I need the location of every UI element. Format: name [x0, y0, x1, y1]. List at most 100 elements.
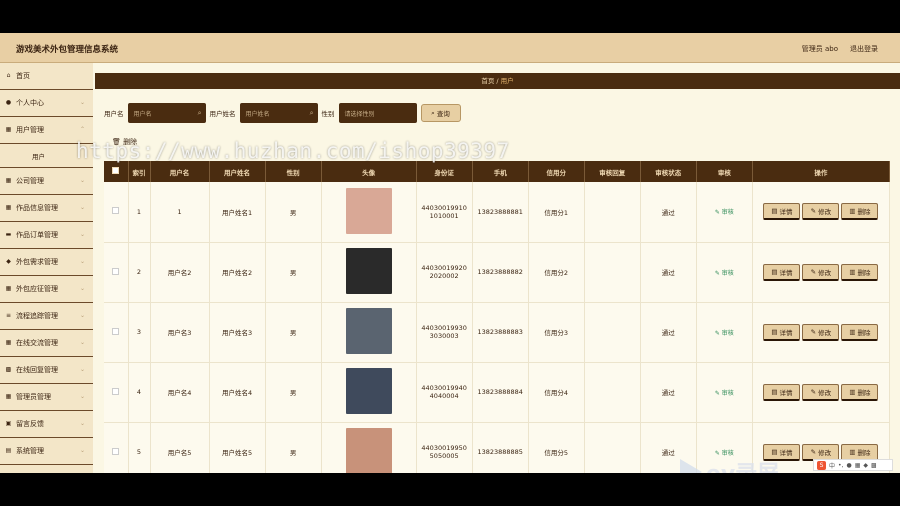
cell-username: 用户名5 [150, 422, 210, 473]
trash-icon: ▥ [849, 387, 856, 396]
app-screen: 游戏美术外包管理信息系统 管理员 abo 退出登录 ⌂ 首页 ● 个人中心 ⌄ ▦ 用户管理… [0, 33, 900, 473]
tag-icon: ◆ [6, 258, 11, 265]
edit-button[interactable]: ✎ 修改 [802, 203, 840, 221]
row-checkbox[interactable] [112, 207, 120, 215]
chevron-icon: ⌄ [79, 366, 85, 373]
column-header: 审核回复 [584, 161, 641, 182]
chevron-icon: ⌄ [79, 231, 85, 238]
cell-index: 3 [128, 302, 151, 363]
detail-button[interactable]: ▤ 详情 [763, 323, 801, 341]
delete-button[interactable]: ▥ 删除 [841, 443, 879, 461]
edit-button[interactable]: ✎ 修改 [802, 263, 840, 281]
sidebar-item-10[interactable]: ▩ 在线回复管理 ⌄ [0, 357, 93, 384]
audit-link[interactable]: ✎ 审核 [715, 390, 734, 397]
table-row: 2 用户名2 用户姓名2 男 44030019920 2020002 138238… [104, 242, 891, 303]
name-input[interactable]: 用户姓名 ⌕ [239, 103, 318, 123]
cell-index: 1 [128, 182, 151, 243]
sidebar-item-4[interactable]: ▦ 作品信息管理 ⌄ [0, 195, 93, 222]
sidebar-item-8[interactable]: ≡ 流程追踪管理 ⌄ [0, 303, 93, 330]
breadcrumb: 首页 / 用户 [95, 73, 900, 89]
row-checkbox[interactable] [112, 267, 120, 275]
message-icon: ▣ [5, 420, 12, 427]
sidebar-item-label: 作品信息管理 [16, 204, 58, 212]
edit-icon: ✎ [810, 447, 817, 456]
avatar [345, 187, 392, 234]
breadcrumb-home[interactable]: 首页 [481, 77, 494, 85]
user-icon: ● [5, 99, 12, 106]
detail-icon: ▤ [771, 387, 778, 396]
cell-credit: 信用分2 [528, 242, 585, 303]
cell-reply [584, 182, 641, 243]
sidebar-item-label: 首页 [16, 72, 30, 80]
sidebar-item-label: 留言反馈 [16, 420, 44, 428]
sidebar-item-7[interactable]: ▦ 外包应征管理 ⌄ [0, 276, 93, 303]
sidebar-item-label: 作品订单管理 [16, 231, 58, 239]
cell-gender: 男 [265, 422, 322, 473]
chevron-icon: ⌄ [79, 420, 85, 427]
delete-button[interactable]: ▥ 删除 [841, 323, 879, 341]
username-input[interactable]: 用户名 ⌕ [127, 103, 206, 123]
edit-button[interactable]: ✎ 修改 [802, 323, 840, 341]
column-header: 用户名 [150, 161, 210, 182]
row-checkbox[interactable] [112, 327, 120, 335]
row-checkbox[interactable] [112, 447, 120, 455]
edit-button[interactable]: ✎ 修改 [802, 443, 840, 461]
audit-link[interactable]: ✎ 审核 [715, 209, 734, 216]
search-button[interactable]: ⌕ 查询 [420, 104, 461, 122]
delete-button[interactable]: ▥ 删除 [841, 383, 879, 401]
cell-name: 用户姓名2 [209, 242, 266, 303]
logout-link[interactable]: 退出登录 [850, 44, 878, 54]
sidebar-item-12[interactable]: ▣ 留言反馈 ⌄ [0, 411, 93, 438]
trash-icon: ▥ [849, 267, 856, 276]
delete-button[interactable]: ▥ 删除 [841, 203, 879, 221]
watermark-text: https://www.huzhan.com/ishop39397 [76, 139, 510, 163]
gender-select[interactable]: 请选择性别 [338, 103, 417, 123]
grid-icon: ▩ [871, 461, 877, 469]
row-checkbox[interactable] [112, 387, 120, 395]
detail-button[interactable]: ▤ 详情 [763, 263, 801, 281]
select-all-checkbox[interactable] [112, 167, 120, 174]
cell-reply [584, 422, 641, 473]
sidebar-item-label: 在线回复管理 [16, 366, 58, 374]
cell-reply [584, 362, 641, 423]
detail-button[interactable]: ▤ 详情 [763, 383, 801, 401]
audit-link[interactable]: ✎ 审核 [715, 330, 734, 337]
sidebar-item-1[interactable]: ● 个人中心 ⌄ [0, 90, 93, 117]
ime-punct-icon: •, [838, 461, 844, 469]
column-header: 信用分 [528, 161, 585, 182]
ime-mode[interactable]: 中 [829, 461, 835, 470]
sidebar-item-3[interactable]: ▦ 公司管理 ⌄ [0, 168, 93, 195]
sidebar-item-5[interactable]: ▬ 作品订单管理 ⌄ [0, 222, 93, 249]
sidebar-item-6[interactable]: ◆ 外包需求管理 ⌄ [0, 249, 93, 276]
sidebar-item-9[interactable]: ▦ 在线交流管理 ⌄ [0, 330, 93, 357]
mic-icon: ● [846, 461, 852, 469]
edit-button[interactable]: ✎ 修改 [802, 383, 840, 401]
trash-icon: ▥ [849, 447, 856, 456]
avatar [345, 428, 392, 473]
cell-username: 1 [150, 182, 210, 243]
sidebar-item-label: 管理员管理 [16, 393, 51, 401]
cell-status: 通过 [640, 242, 697, 303]
column-header: 用户姓名 [209, 161, 266, 182]
ev-recorder-logo: ev录屏 [680, 456, 779, 473]
ime-logo-icon: S [817, 460, 826, 470]
table-row: 1 1 用户姓名1 男 44030019910 1010001 138238888… [104, 182, 891, 243]
sidebar-item-11[interactable]: ▦ 管理员管理 ⌄ [0, 384, 93, 411]
cell-phone: 13823888885 [472, 422, 529, 473]
sidebar-item-0[interactable]: ⌂ 首页 [0, 63, 93, 90]
audit-link[interactable]: ✎ 审核 [715, 270, 734, 277]
cell-phone: 13823888884 [472, 362, 529, 423]
sidebar-item-13[interactable]: ▤ 系统管理 ⌄ [0, 438, 93, 465]
top-bar: 游戏美术外包管理信息系统 管理员 abo 退出登录 [0, 33, 900, 63]
chevron-icon: ⌄ [79, 258, 85, 265]
cell-username: 用户名4 [150, 362, 210, 423]
breadcrumb-current: 用户 [500, 77, 514, 85]
cell-gender: 男 [265, 362, 322, 423]
cell-id-card: 44030019920 2020002 [416, 242, 473, 303]
delete-button[interactable]: ▥ 删除 [841, 263, 879, 281]
cart-icon: ▬ [5, 231, 12, 238]
home-icon: ⌂ [6, 72, 11, 79]
chevron-icon: ⌄ [79, 447, 85, 454]
avatar [345, 308, 392, 354]
detail-button[interactable]: ▤ 详情 [763, 203, 801, 221]
